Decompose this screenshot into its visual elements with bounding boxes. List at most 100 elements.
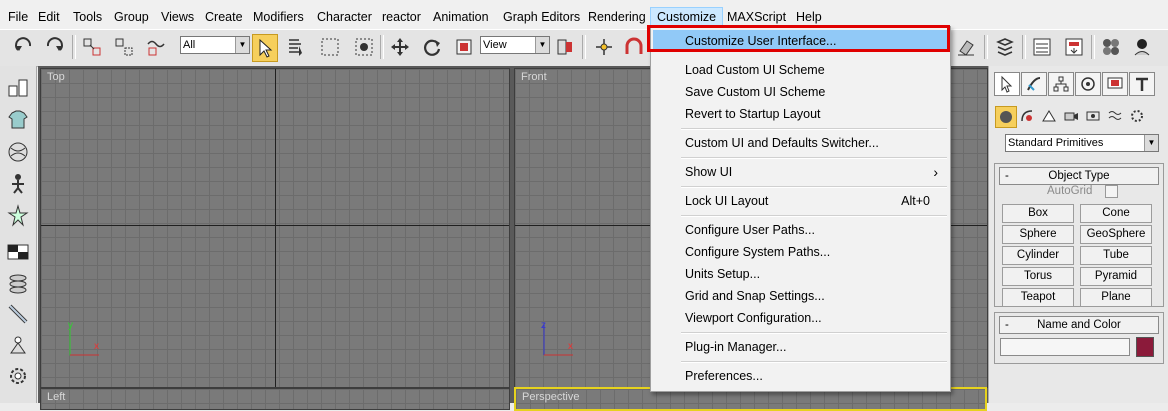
modify-tab-icon[interactable] (1021, 72, 1047, 96)
pyramid-button[interactable]: Pyramid (1080, 267, 1152, 286)
menu-item-revert-to-startup-layout[interactable]: Revert to Startup Layout (653, 103, 948, 125)
menu-item-plug-in-manager[interactable]: Plug-in Manager... (653, 336, 948, 358)
menu-character[interactable]: Character (317, 8, 372, 26)
torus-button[interactable]: Torus (1002, 267, 1074, 286)
menu-separator (681, 157, 947, 159)
geometry-category-icon[interactable] (995, 106, 1017, 128)
schematic-view-icon[interactable] (1062, 34, 1086, 60)
collapse-minus-icon: - (1005, 319, 1009, 331)
object-type-rollout-header[interactable]: - Object Type (999, 167, 1159, 185)
grid-axis-line (275, 69, 276, 387)
select-by-name-icon[interactable] (284, 34, 308, 60)
pivot-center-icon[interactable] (553, 34, 577, 60)
hierarchy-tab-icon[interactable] (1048, 72, 1074, 96)
menu-rendering[interactable]: Rendering (588, 8, 646, 26)
menu-animation[interactable]: Animation (433, 8, 489, 26)
helpers-category-icon[interactable] (1083, 106, 1103, 126)
menu-item-configure-system-paths[interactable]: Configure System Paths... (653, 241, 948, 263)
menu-item-save-custom-ui-scheme[interactable]: Save Custom UI Scheme (653, 81, 948, 103)
name-and-color-rollout-header[interactable]: - Name and Color (999, 316, 1159, 334)
hierarchy-icon[interactable] (6, 76, 30, 100)
cone-button[interactable]: Cone (1080, 204, 1152, 223)
menu-views[interactable]: Views (161, 8, 194, 26)
rotate-icon[interactable] (420, 34, 444, 60)
render-setup-icon[interactable] (1130, 34, 1154, 60)
motion-tab-icon[interactable] (1075, 72, 1101, 96)
undo-icon[interactable] (12, 34, 36, 60)
star-figure-icon[interactable] (6, 204, 30, 228)
menu-reactor[interactable]: reactor (382, 8, 421, 26)
object-name-field[interactable] (1000, 338, 1130, 356)
menu-item-custom-ui-defaults-switcher[interactable]: Custom UI and Defaults Switcher... (653, 132, 948, 154)
menu-maxscript[interactable]: MAXScript (727, 8, 786, 26)
curve-editor-icon[interactable] (1030, 34, 1054, 60)
menu-item-lock-ui-layout[interactable]: Lock UI Layout Alt+0 (653, 190, 948, 212)
teapot-button[interactable]: Teapot (1002, 288, 1074, 307)
bind-to-space-warp-icon[interactable] (144, 34, 168, 60)
box-button[interactable]: Box (1002, 204, 1074, 223)
display-panel-icon[interactable] (6, 240, 30, 264)
lights-category-icon[interactable] (1039, 106, 1059, 126)
sphere-button[interactable]: Sphere (1002, 225, 1074, 244)
menu-item-viewport-configuration[interactable]: Viewport Configuration... (653, 307, 948, 329)
axis-label-z: z (541, 320, 546, 331)
geosphere-button[interactable]: GeoSphere (1080, 225, 1152, 244)
scale-icon[interactable] (452, 34, 476, 60)
sphere-icon[interactable] (6, 140, 30, 164)
select-and-link-icon[interactable] (80, 34, 104, 60)
material-editor-icon[interactable] (1099, 34, 1123, 60)
menu-help[interactable]: Help (796, 8, 822, 26)
object-category-dropdown[interactable]: Standard Primitives ▼ (1005, 134, 1159, 152)
light-icon[interactable] (6, 334, 30, 358)
axis-label-y: y (68, 320, 73, 331)
menu-create[interactable]: Create (205, 8, 243, 26)
unlink-selection-icon[interactable] (112, 34, 136, 60)
space-warps-category-icon[interactable] (1105, 106, 1125, 126)
menu-group[interactable]: Group (114, 8, 149, 26)
menu-file[interactable]: File (8, 8, 28, 26)
layer-manager-icon[interactable] (993, 34, 1017, 60)
menu-edit[interactable]: Edit (38, 8, 60, 26)
cylinder-button[interactable]: Cylinder (1002, 246, 1074, 265)
rollout-title: Name and Color (1037, 319, 1121, 331)
snap-toggle-icon[interactable] (622, 34, 646, 60)
shirt-icon[interactable] (6, 108, 30, 132)
cameras-category-icon[interactable] (1061, 106, 1081, 126)
viewport-left[interactable]: Left (40, 388, 510, 410)
create-tab-icon[interactable] (994, 72, 1020, 96)
autogrid-checkbox[interactable] (1105, 185, 1118, 198)
window-crossing-icon[interactable] (352, 34, 376, 60)
move-icon[interactable] (388, 34, 412, 60)
plane-button[interactable]: Plane (1080, 288, 1152, 307)
reference-coordinate-dropdown[interactable]: View ▼ (480, 36, 550, 54)
manipulate-icon[interactable] (592, 34, 616, 60)
menu-item-load-custom-ui-scheme[interactable]: Load Custom UI Scheme (653, 59, 948, 81)
layers-stack-icon[interactable] (6, 272, 30, 296)
tube-button[interactable]: Tube (1080, 246, 1152, 265)
selection-filter-dropdown[interactable]: All ▼ (180, 36, 250, 54)
utilities-tab-icon[interactable] (1129, 72, 1155, 96)
menu-customize[interactable]: Customize (650, 7, 724, 27)
menu-item-units-setup[interactable]: Units Setup... (653, 263, 948, 285)
systems-category-icon[interactable] (1127, 106, 1147, 126)
customize-menu: Customize User Interface... Load Custom … (650, 26, 951, 392)
shapes-category-icon[interactable] (1017, 106, 1037, 126)
menu-item-configure-user-paths[interactable]: Configure User Paths... (653, 219, 948, 241)
chevron-down-icon: ▼ (535, 37, 549, 53)
object-color-swatch[interactable] (1136, 337, 1154, 357)
menu-graph-editors[interactable]: Graph Editors (503, 8, 580, 26)
menu-item-grid-and-snap-settings[interactable]: Grid and Snap Settings... (653, 285, 948, 307)
viewport-top[interactable]: Top y x (40, 68, 510, 388)
figure-icon[interactable] (6, 172, 30, 196)
display-tab-icon[interactable] (1102, 72, 1128, 96)
select-object-icon[interactable] (252, 34, 278, 62)
menu-modifiers[interactable]: Modifiers (253, 8, 304, 26)
menu-item-show-ui[interactable]: Show UI › (653, 161, 948, 183)
rectangular-selection-icon[interactable] (318, 34, 342, 60)
redo-icon[interactable] (42, 34, 66, 60)
menu-item-preferences[interactable]: Preferences... (653, 365, 948, 387)
named-selection-eraser-icon[interactable] (954, 34, 978, 60)
menu-tools[interactable]: Tools (73, 8, 102, 26)
utilities-gear-icon[interactable] (6, 364, 30, 388)
bone-icon[interactable] (6, 302, 30, 326)
